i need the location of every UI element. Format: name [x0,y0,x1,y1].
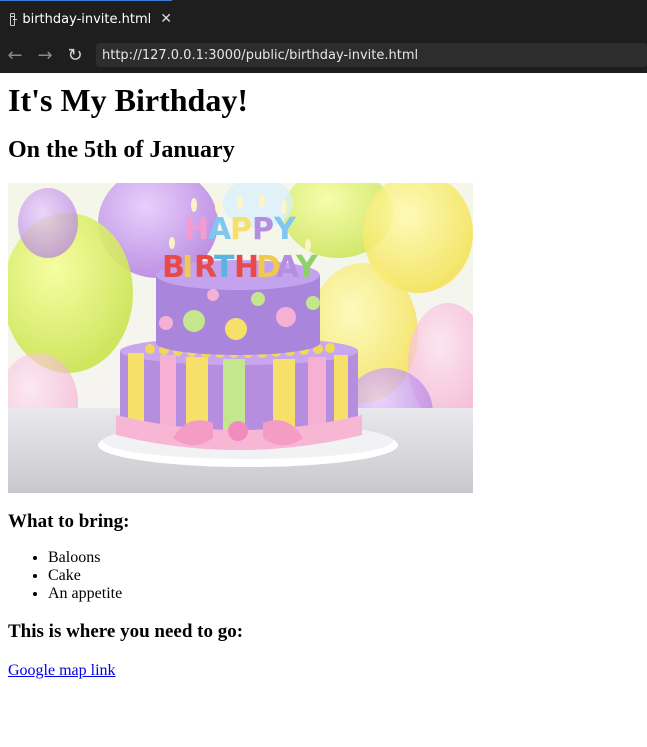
page-title: It's My Birthday! [8,82,248,118]
google-map-link[interactable]: Google map link [8,662,116,679]
svg-text:I: I [182,250,193,285]
bring-list: Baloons Cake An appetite [8,549,639,603]
birthday-cake-image: H A P P Y B I R T H D A Y [8,182,473,493]
forward-icon[interactable]: → [30,40,60,70]
tab-bar: birthday-invite.html ✕ [0,0,647,38]
tab-birthday-invite[interactable]: birthday-invite.html ✕ [0,0,172,37]
svg-text:Y: Y [295,250,319,285]
bring-heading: What to bring: [8,510,130,532]
back-icon[interactable]: ← [0,40,30,70]
page-content: It's My Birthday! On the 5th of January [0,82,647,680]
page-icon [10,12,18,26]
browser-chrome: birthday-invite.html ✕ ← → ↻ http://127.… [0,0,647,73]
address-bar[interactable]: http://127.0.0.1:3000/public/birthday-in… [96,43,647,67]
where-heading: This is where you need to go: [8,621,244,643]
close-icon[interactable]: ✕ [160,12,172,26]
list-item: An appetite [48,585,639,603]
svg-text:Y: Y [273,212,297,247]
reload-icon[interactable]: ↻ [60,40,90,70]
tab-title: birthday-invite.html [22,11,152,27]
svg-text:H: H [184,212,209,247]
url-text[interactable]: http://127.0.0.1:3000/public/birthday-in… [102,48,418,63]
svg-text:A: A [208,212,232,247]
list-item: Baloons [48,549,639,567]
svg-text:T: T [214,250,235,285]
svg-text:P: P [230,212,252,247]
svg-text:P: P [252,212,274,247]
navigation-bar: ← → ↻ http://127.0.0.1:3000/public/birth… [0,37,647,73]
page-subtitle: On the 5th of January [8,137,235,164]
map-link-paragraph: Google map link [8,662,639,680]
list-item: Cake [48,567,639,585]
